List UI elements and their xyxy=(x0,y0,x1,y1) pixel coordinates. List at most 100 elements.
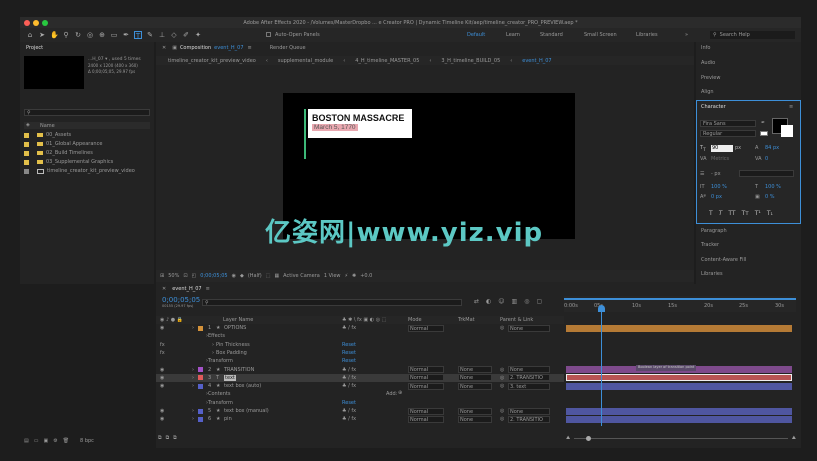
project-item[interactable]: 02_Build Timelines xyxy=(24,150,93,156)
project-tab[interactable]: Project xyxy=(26,45,43,51)
roto-tool-icon[interactable]: ✐ xyxy=(182,31,190,39)
clone-tool-icon[interactable]: ⊥ xyxy=(158,31,166,39)
layer-row[interactable]: ◉ › 6 ★ pin ♣ / fx Normal None ◎ 2. TRANSITIO xyxy=(156,415,564,423)
project-item[interactable]: timeline_creator_kit_preview_video xyxy=(24,168,135,174)
home-icon[interactable]: ⌂ xyxy=(26,31,34,39)
render-queue-tab[interactable]: Render Queue xyxy=(270,45,306,51)
property-row[interactable]: › Transform Reset xyxy=(156,399,564,407)
breadcrumb-item[interactable]: supplemental_module xyxy=(278,58,333,64)
font-style-select[interactable]: Regular xyxy=(700,130,756,137)
faux-italic-button[interactable]: T xyxy=(719,210,723,217)
maximize-window-button[interactable] xyxy=(42,19,48,26)
parent-select[interactable]: 2. TRANSITIO xyxy=(508,374,550,382)
menu-icon[interactable]: ≡ xyxy=(248,45,252,51)
draft-3d-icon[interactable]: ◐ xyxy=(486,298,491,305)
toggle-switches-icon[interactable]: ⧉ xyxy=(158,435,162,441)
align-panel-tab[interactable]: Align xyxy=(701,89,714,95)
project-item[interactable]: 01_Global Appearance xyxy=(24,141,102,147)
layer-duration-bar[interactable] xyxy=(566,374,792,382)
mode-select[interactable]: Normal xyxy=(408,407,444,415)
small-caps-button[interactable]: Tт xyxy=(742,210,749,217)
layer-row[interactable]: ◉ › 2 ★ TRANSITION ♣ / fx Normal None ◎ None xyxy=(156,366,564,374)
new-comp-icon[interactable]: ▣ xyxy=(43,438,48,444)
baseline-shift-value[interactable]: 0 px xyxy=(711,194,722,200)
delete-icon[interactable]: 🗑 xyxy=(63,438,69,444)
font-size-input[interactable]: 90 xyxy=(711,145,733,152)
hand-tool-icon[interactable]: ✋ xyxy=(50,31,59,39)
trkmat-select[interactable]: None xyxy=(458,415,492,423)
mode-select[interactable]: Normal xyxy=(408,324,444,332)
rectangle-tool-icon[interactable]: ▭ xyxy=(110,31,118,39)
breadcrumb-current[interactable]: event_H_07 xyxy=(522,58,551,64)
all-caps-button[interactable]: TT xyxy=(728,210,735,217)
layer-duration-bar[interactable] xyxy=(566,382,792,390)
eraser-tool-icon[interactable]: ◇ xyxy=(170,31,178,39)
workspace-default[interactable]: Default xyxy=(467,32,485,38)
rotate-tool-icon[interactable]: ↻ xyxy=(74,31,82,39)
mode-select[interactable]: Normal xyxy=(408,382,444,390)
zoom-tool-icon[interactable]: ⚲ xyxy=(62,31,70,39)
timeline-timecode[interactable]: 0;00;05;05 xyxy=(162,296,200,304)
character-panel-title[interactable]: Character xyxy=(701,104,726,110)
mode-header[interactable]: Mode xyxy=(408,317,422,323)
channel-icon[interactable]: ◆ xyxy=(240,273,244,279)
stroke-color-swatch[interactable] xyxy=(781,125,793,137)
layer-name-header[interactable]: Layer Name xyxy=(223,317,253,323)
view-layout-select[interactable]: 1 View xyxy=(324,273,341,279)
trkmat-select[interactable]: None xyxy=(458,366,492,373)
property-row[interactable]: fx › Pin Thickness Reset xyxy=(156,341,564,349)
layer-row[interactable]: ◉ › 1 ★ OPTIONS ♣ / fx Normal ◎ None xyxy=(156,324,564,332)
vertical-scale-value[interactable]: 100 % xyxy=(711,184,727,190)
graph-editor-icon[interactable]: ▢ xyxy=(536,298,542,305)
zoom-select[interactable]: 50% xyxy=(168,273,179,279)
layer-row[interactable]: ◉ › 4 ★ text box (auto) ♣ / fx Normal None ◎ 3. t… xyxy=(156,382,564,390)
comp-tab-name[interactable]: event_H_07 xyxy=(214,45,243,51)
horizontal-scale-value[interactable]: 100 % xyxy=(765,184,781,190)
zoom-slider[interactable]: ⛰ ⛰ xyxy=(566,435,796,441)
snapshot-icon[interactable]: ◉ xyxy=(232,273,236,279)
trkmat-header[interactable]: TrkMat xyxy=(458,317,475,323)
grid-icon[interactable]: ⊡ xyxy=(183,273,187,279)
stroke-width-value[interactable]: - px xyxy=(711,171,721,177)
add-icon[interactable]: ⊕ xyxy=(398,390,402,396)
minimize-window-button[interactable] xyxy=(33,19,39,26)
camera-select[interactable]: Active Camera xyxy=(283,273,320,279)
pan-behind-tool-icon[interactable]: ⊕ xyxy=(98,31,106,39)
no-fill-swatch[interactable] xyxy=(760,131,768,136)
layer-duration-bar[interactable] xyxy=(566,407,792,415)
auto-open-checkbox[interactable] xyxy=(266,32,271,37)
libraries-panel-tab[interactable]: Libraries xyxy=(701,271,723,277)
property-row[interactable]: › Transform Reset xyxy=(156,357,564,365)
breadcrumb-item[interactable]: 3_H_timeline_BUILD_05 xyxy=(441,58,500,64)
layer-duration-bar[interactable] xyxy=(566,324,792,332)
timeline-search-input[interactable]: ⚲ xyxy=(202,299,462,306)
name-column-header[interactable]: Name xyxy=(40,123,55,129)
puppet-tool-icon[interactable]: ✦ xyxy=(194,31,202,39)
bpc-label[interactable]: 8 bpc xyxy=(80,438,94,444)
tsume-value[interactable]: 0 % xyxy=(765,194,775,200)
project-item[interactable]: 03_Supplemental Graphics xyxy=(24,159,113,165)
tracking-value[interactable]: 0 xyxy=(765,156,768,162)
brush-tool-icon[interactable]: ✎ xyxy=(146,31,154,39)
exposure-value[interactable]: +0.0 xyxy=(360,273,372,279)
parent-select[interactable]: 2. TRANSITIO xyxy=(508,415,550,423)
close-icon[interactable]: ✕ xyxy=(162,45,166,51)
info-panel-tab[interactable]: Info xyxy=(701,45,710,51)
trkmat-select[interactable]: None xyxy=(458,382,492,390)
parent-select[interactable]: None xyxy=(508,324,550,332)
property-row[interactable]: › Contents Add: ⊕ xyxy=(156,390,564,398)
help-search-box[interactable]: ⚲ Search Help xyxy=(710,31,795,39)
workspace-standard[interactable]: Standard xyxy=(540,32,563,38)
close-window-button[interactable] xyxy=(24,19,30,26)
tracker-panel-tab[interactable]: Tracker xyxy=(701,242,719,248)
layer-row[interactable]: ◉ › 3 Ttext ♣ / fx Normal None ◎ 2. TRANSITIO xyxy=(156,373,564,382)
workspace-small-screen[interactable]: Small Screen xyxy=(584,32,617,38)
zoom-out-icon[interactable]: ⛰ xyxy=(566,435,570,441)
superscript-button[interactable]: T¹ xyxy=(755,210,761,217)
paragraph-panel-tab[interactable]: Paragraph xyxy=(701,228,727,234)
playhead-handle[interactable] xyxy=(598,305,605,312)
close-icon[interactable]: ✕ xyxy=(162,286,166,292)
parent-select[interactable]: 3. text xyxy=(508,382,550,390)
type-tool-icon[interactable]: T xyxy=(134,31,142,40)
menu-icon[interactable]: ≡ xyxy=(789,104,793,110)
